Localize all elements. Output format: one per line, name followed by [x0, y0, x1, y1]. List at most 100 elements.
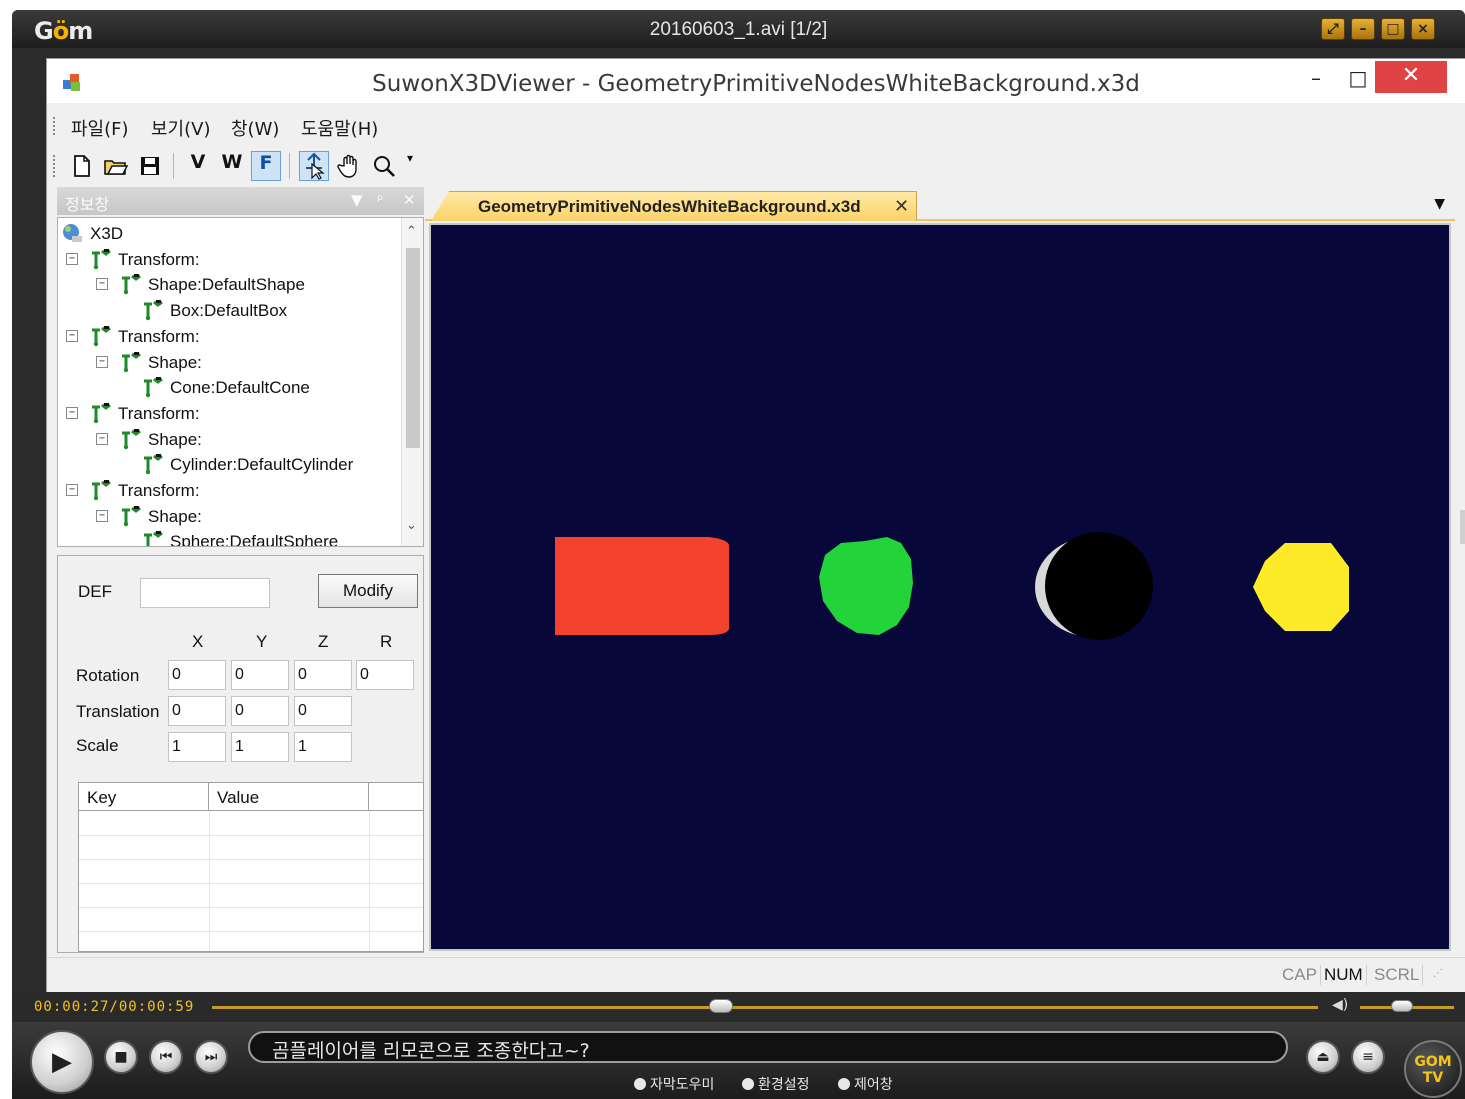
view-w-button[interactable]: W: [217, 151, 247, 181]
collapse-toggle-icon[interactable]: −: [66, 252, 78, 265]
rotation-z-field[interactable]: 0: [294, 660, 352, 690]
gom-filename: 20160603_1.avi [1/2]: [649, 19, 828, 40]
x3d-viewport[interactable]: [429, 223, 1451, 951]
tree-scrollbar[interactable]: ⌃ ⌄: [401, 218, 423, 546]
key-value-grid[interactable]: Key Value: [78, 782, 424, 952]
collapse-toggle-icon[interactable]: −: [66, 406, 78, 419]
app-close-button[interactable]: ✕: [1375, 61, 1447, 93]
close-icon[interactable]: ×: [1411, 18, 1435, 40]
rotation-x-field[interactable]: 0: [168, 660, 226, 690]
panel-pin-icon[interactable]: ᵖ: [377, 191, 383, 209]
modify-button[interactable]: Modify: [318, 574, 418, 608]
toolbar-separator: [289, 153, 290, 179]
playlist-icon[interactable]: ≡: [1351, 1040, 1385, 1074]
num-lock-indicator: NUM: [1321, 965, 1367, 985]
tree-scroll-thumb[interactable]: [406, 248, 420, 448]
rotation-r-field[interactable]: 0: [356, 660, 414, 690]
resize-grip-icon[interactable]: ⋰: [1433, 968, 1443, 979]
stop-icon[interactable]: ■: [104, 1040, 138, 1074]
view-v-button[interactable]: V: [183, 151, 213, 181]
menu-help[interactable]: 도움말(H): [301, 115, 378, 141]
tree-node-label: Cone:DefaultCone: [170, 378, 310, 398]
document-tab[interactable]: GeometryPrimitiveNodesWhiteBackground.x3…: [431, 191, 917, 221]
collapse-toggle-icon[interactable]: −: [96, 278, 108, 291]
view-f-button[interactable]: F: [251, 151, 281, 181]
info-panel-header: 정보창 ▼ ᵖ ✕: [57, 187, 424, 215]
minimize-icon[interactable]: –: [1351, 18, 1375, 40]
open-folder-icon[interactable]: [101, 151, 131, 181]
preferences-link[interactable]: 환경설정: [742, 1074, 810, 1094]
toolbar-overflow-icon[interactable]: ▾: [403, 151, 417, 181]
side-panel-toggle[interactable]: [1460, 510, 1465, 544]
caps-lock-indicator: CAP: [1279, 965, 1321, 985]
extra-column-header: [369, 783, 423, 811]
toolbar: V W F ▾: [47, 145, 437, 187]
scale-x-field[interactable]: 1: [168, 732, 226, 762]
rotation-y-field[interactable]: 0: [231, 660, 289, 690]
tab-close-icon[interactable]: ✕: [894, 196, 909, 217]
def-field[interactable]: [140, 578, 270, 608]
magnifier-icon[interactable]: [369, 151, 399, 181]
seek-thumb[interactable]: [708, 999, 733, 1013]
value-column-header[interactable]: Value: [209, 783, 369, 811]
menu-window[interactable]: 창(W): [231, 115, 279, 141]
new-file-icon[interactable]: [67, 151, 97, 181]
suwon-x3d-viewer-window: SuwonX3DViewer - GeometryPrimitiveNodesW…: [46, 58, 1465, 996]
menu-grip: [53, 117, 57, 135]
maximize-icon[interactable]: □: [1381, 18, 1405, 40]
menu-file[interactable]: 파일(F): [71, 115, 129, 141]
axis-z-label: Z: [318, 632, 329, 651]
bullet-icon: [742, 1078, 754, 1090]
key-column-header[interactable]: Key: [79, 783, 209, 811]
scene-tree[interactable]: X3D − Transform: − Shape:DefaultShape Box:Def…: [57, 217, 424, 547]
node-icon: [92, 325, 111, 346]
panel-menu-icon[interactable]: ▼: [351, 191, 363, 209]
translation-z-field[interactable]: 0: [294, 696, 352, 726]
collapse-toggle-icon[interactable]: −: [96, 509, 108, 522]
next-icon[interactable]: ⏭: [194, 1040, 228, 1074]
rotation-label: Rotation: [76, 666, 140, 685]
previous-icon[interactable]: ⏮: [149, 1040, 183, 1074]
menu-view[interactable]: 보기(V): [151, 115, 210, 141]
scale-z-field[interactable]: 1: [294, 732, 352, 762]
app-title: SuwonX3DViewer - GeometryPrimitiveNodesW…: [372, 71, 1140, 97]
node-icon: [92, 480, 111, 501]
tab-list-dropdown-icon[interactable]: ▼: [1434, 196, 1445, 212]
seek-track[interactable]: [212, 1006, 1318, 1009]
scale-y-field[interactable]: 1: [231, 732, 289, 762]
tree-node-label: Sphere:DefaultSphere: [170, 532, 339, 547]
volume-icon[interactable]: ◀): [1332, 997, 1348, 1013]
collapse-toggle-icon[interactable]: −: [66, 484, 78, 496]
scroll-up-icon[interactable]: ⌃: [406, 224, 417, 239]
scroll-down-icon[interactable]: ⌄: [406, 518, 417, 533]
gom-controls: ▶ ■ ⏮ ⏭ 곰플레이어를 리모콘으로 조종한다고~? ⏏ ≡ 자막도우미 환…: [12, 1022, 1465, 1099]
collapse-toggle-icon[interactable]: −: [96, 432, 108, 445]
sphere-shape: [1253, 543, 1349, 631]
collapse-toggle-icon[interactable]: −: [66, 329, 78, 342]
app-title-bar[interactable]: SuwonX3DViewer - GeometryPrimitiveNodesW…: [47, 59, 1465, 103]
subtitle-ticker[interactable]: 곰플레이어를 리모콘으로 조종한다고~?: [248, 1031, 1288, 1063]
control-panel-link[interactable]: 제어창: [838, 1074, 893, 1094]
translation-x-field[interactable]: 0: [168, 696, 226, 726]
volume-thumb[interactable]: [1391, 1000, 1414, 1012]
bullet-icon: [838, 1078, 850, 1090]
select-arrow-icon[interactable]: [299, 151, 329, 181]
hand-pan-icon[interactable]: [335, 151, 365, 181]
panel-close-icon[interactable]: ✕: [403, 191, 416, 209]
toolbar-grip: [53, 155, 57, 177]
subtitle-helper-link[interactable]: 자막도우미: [634, 1074, 714, 1094]
axis-r-label: R: [380, 632, 393, 651]
scale-label: Scale: [76, 736, 119, 755]
save-disk-icon[interactable]: [135, 151, 165, 181]
play-icon[interactable]: ▶: [30, 1030, 94, 1094]
gomtv-logo[interactable]: GOM TV: [1404, 1040, 1462, 1098]
eject-icon[interactable]: ⏏: [1306, 1040, 1340, 1074]
translation-y-field[interactable]: 0: [231, 696, 289, 726]
app-minimize-button[interactable]: –: [1301, 63, 1331, 93]
grid-line: [79, 883, 423, 884]
collapse-toggle-icon[interactable]: −: [96, 355, 108, 368]
app-maximize-button[interactable]: □: [1343, 63, 1373, 93]
fullscreen-icon[interactable]: ⤢: [1321, 18, 1345, 40]
def-label: DEF: [78, 582, 112, 601]
gom-title-bar[interactable]: Göm 20160603_1.avi [1/2] ⤢ – □ ×: [12, 10, 1465, 48]
